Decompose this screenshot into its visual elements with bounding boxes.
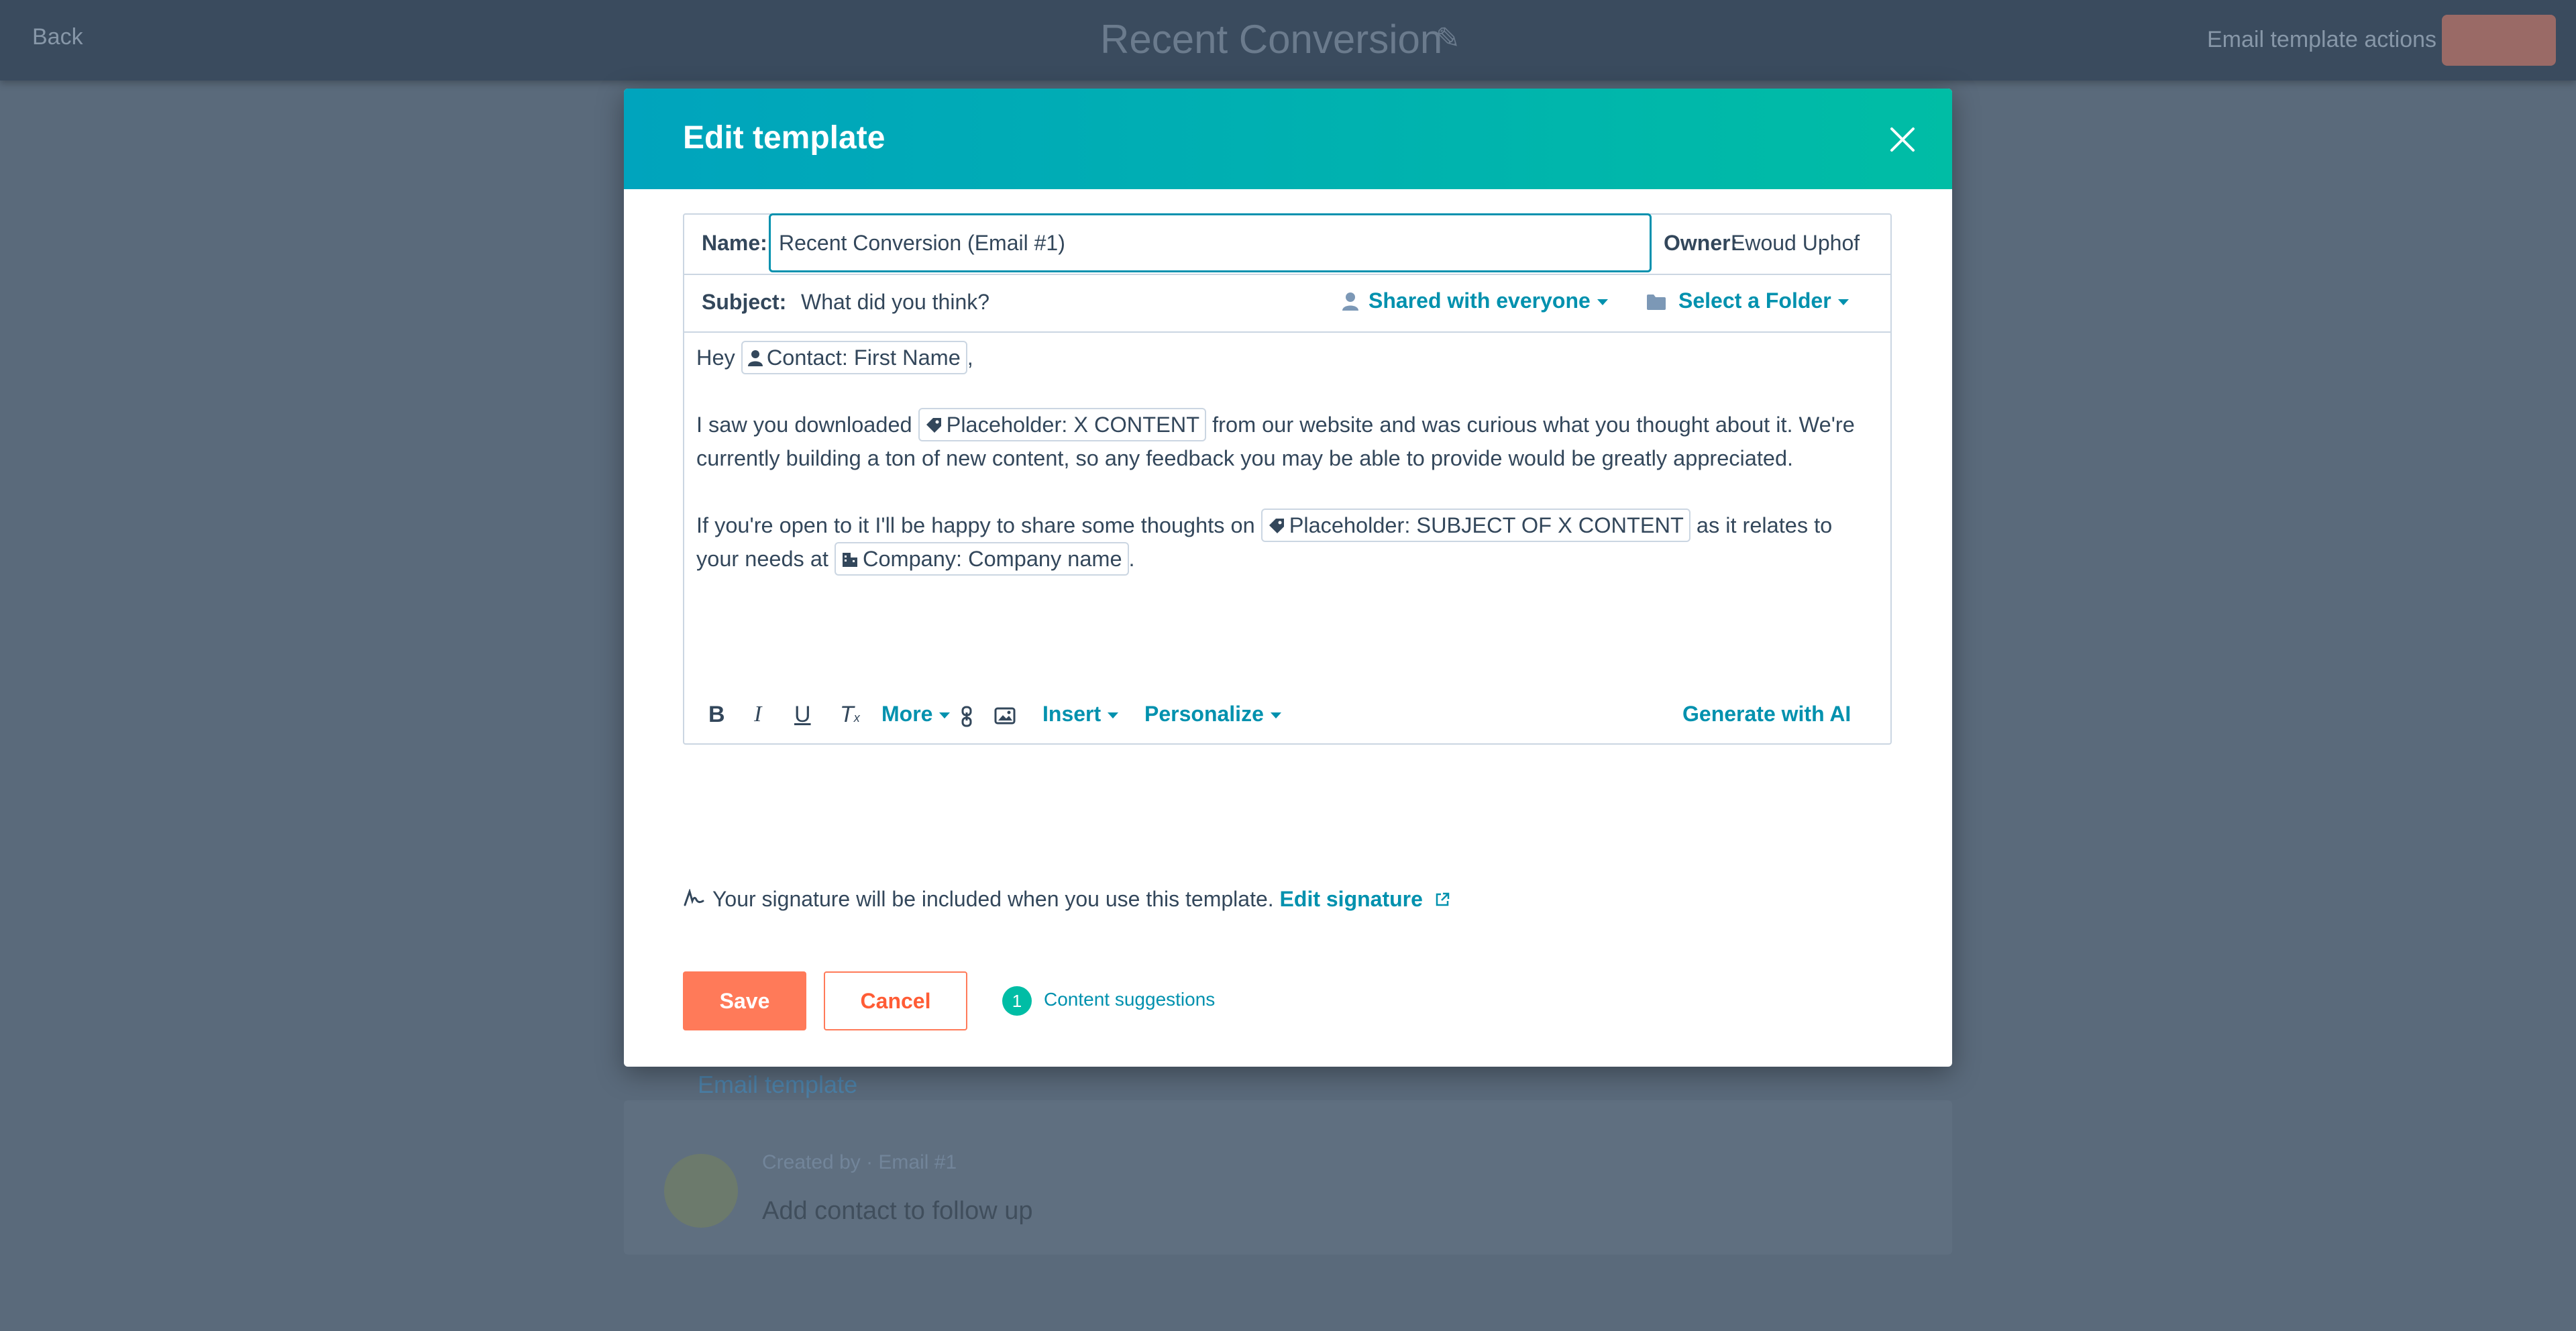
chevron-down-icon — [1597, 299, 1608, 306]
subject-label: Subject: — [702, 290, 787, 314]
placeholder-x-content-token[interactable]: Placeholder: X CONTENT — [918, 408, 1207, 441]
user-icon — [1342, 292, 1358, 311]
insert-label: Insert — [1042, 702, 1102, 726]
image-icon[interactable] — [994, 707, 1016, 725]
tag-icon — [926, 418, 941, 433]
edit-title-pencil-icon: ✎ — [1436, 22, 1460, 55]
chevron-down-icon — [1270, 712, 1281, 719]
signature-text: Your signature will be included when you… — [712, 887, 1274, 911]
shared-with-dropdown[interactable]: Shared with everyone — [1342, 288, 1608, 313]
company-name-token[interactable]: Company: Company name — [834, 542, 1129, 576]
subject-row: Subject: What did you think? Shared with… — [684, 274, 1890, 333]
folder-icon — [1647, 295, 1666, 310]
modal-title: Edit template — [683, 120, 885, 156]
background-card-title: Email template — [698, 1071, 858, 1098]
cancel-button[interactable]: Cancel — [824, 971, 967, 1030]
more-label: More — [881, 702, 933, 726]
token-label: Placeholder: X CONTENT — [946, 413, 1200, 437]
token-label: Contact: First Name — [766, 345, 961, 370]
paragraph-text: If you're open to it I'll be happy to sh… — [696, 513, 1255, 537]
background-card — [624, 1100, 1952, 1255]
personalize-label: Personalize — [1144, 702, 1264, 726]
content-suggestions-link[interactable]: Content suggestions — [1044, 989, 1215, 1010]
background-card-task: Add contact to follow up — [762, 1197, 1033, 1225]
formatting-toolbar: B I U Tx More Insert Personalize Generat… — [684, 695, 1890, 735]
italic-icon[interactable]: I — [754, 702, 761, 727]
greeting-text: Hey — [696, 345, 735, 370]
subject-input[interactable]: What did you think? — [801, 290, 989, 315]
background-card-meta: Created by · Email #1 — [762, 1151, 957, 1173]
token-label: Company: Company name — [862, 547, 1122, 571]
chevron-down-icon — [1837, 299, 1849, 306]
generate-with-ai-button[interactable]: Generate with AI — [1682, 702, 1851, 727]
more-dropdown[interactable]: More — [881, 702, 951, 727]
signature-icon — [684, 888, 704, 906]
background-top-bar: Back Recent Conversion ✎ Email template … — [0, 0, 2576, 81]
shared-with-label: Shared with everyone — [1368, 288, 1591, 313]
email-body[interactable]: Hey Contact: First Name, I saw you downl… — [696, 341, 1877, 609]
template-actions-link: Email template actions — [2207, 27, 2437, 52]
bold-icon[interactable]: B — [708, 702, 725, 728]
folder-dropdown[interactable]: Select a Folder — [1646, 288, 1849, 313]
paragraph-end: . — [1128, 547, 1135, 571]
contact-first-name-token[interactable]: Contact: First Name — [741, 341, 967, 374]
personalize-dropdown[interactable]: Personalize — [1144, 702, 1281, 727]
external-link-icon — [1436, 892, 1450, 906]
signature-notice: Your signature will be included when you… — [683, 887, 1450, 912]
contact-icon — [747, 350, 763, 366]
paragraph-text: I saw you downloaded — [696, 413, 912, 437]
modal-header: Edit template — [624, 89, 1952, 189]
tag-icon — [1269, 519, 1284, 533]
owner-label: Owner: — [1664, 231, 1738, 255]
template-name-input[interactable] — [769, 213, 1652, 272]
body-paragraph: Hey Contact: First Name, — [696, 341, 1877, 374]
edit-signature-link[interactable]: Edit signature — [1280, 887, 1450, 911]
body-paragraph: I saw you downloaded Placeholder: X CONT… — [696, 408, 1877, 475]
clear-format-icon[interactable]: Tx — [840, 702, 860, 728]
greeting-end: , — [967, 345, 973, 370]
background-avatar — [664, 1154, 738, 1228]
token-label: Placeholder: SUBJECT OF X CONTENT — [1289, 513, 1684, 537]
save-button[interactable]: Save — [683, 971, 806, 1030]
owner-value: Ewoud Uphof — [1731, 231, 1860, 255]
back-link: Back — [32, 24, 83, 50]
building-icon — [842, 553, 857, 567]
background-save-button — [2442, 15, 2556, 66]
name-row: Name: Owner: Ewoud Uphof — [684, 213, 1890, 275]
placeholder-subject-token[interactable]: Placeholder: SUBJECT OF X CONTENT — [1260, 509, 1690, 542]
chevron-down-icon — [939, 712, 951, 719]
close-icon[interactable] — [1885, 122, 1920, 157]
link-icon[interactable] — [961, 706, 973, 727]
chevron-down-icon — [1108, 712, 1119, 719]
page-title: Recent Conversion — [1100, 17, 1443, 62]
template-editor: Name: Owner: Ewoud Uphof Subject: What d… — [683, 213, 1892, 745]
body-paragraph: If you're open to it I'll be happy to sh… — [696, 509, 1877, 576]
name-label: Name: — [702, 231, 767, 255]
underline-icon[interactable]: U — [794, 702, 811, 728]
content-suggestions-count-badge: 1 — [1002, 986, 1032, 1016]
clear-format-glyph: T — [840, 702, 854, 727]
edit-template-modal: Edit template Name: Owner: Ewoud Uphof S… — [624, 89, 1952, 1067]
folder-label: Select a Folder — [1678, 288, 1831, 313]
insert-dropdown[interactable]: Insert — [1042, 702, 1119, 727]
edit-signature-label: Edit signature — [1279, 887, 1423, 911]
